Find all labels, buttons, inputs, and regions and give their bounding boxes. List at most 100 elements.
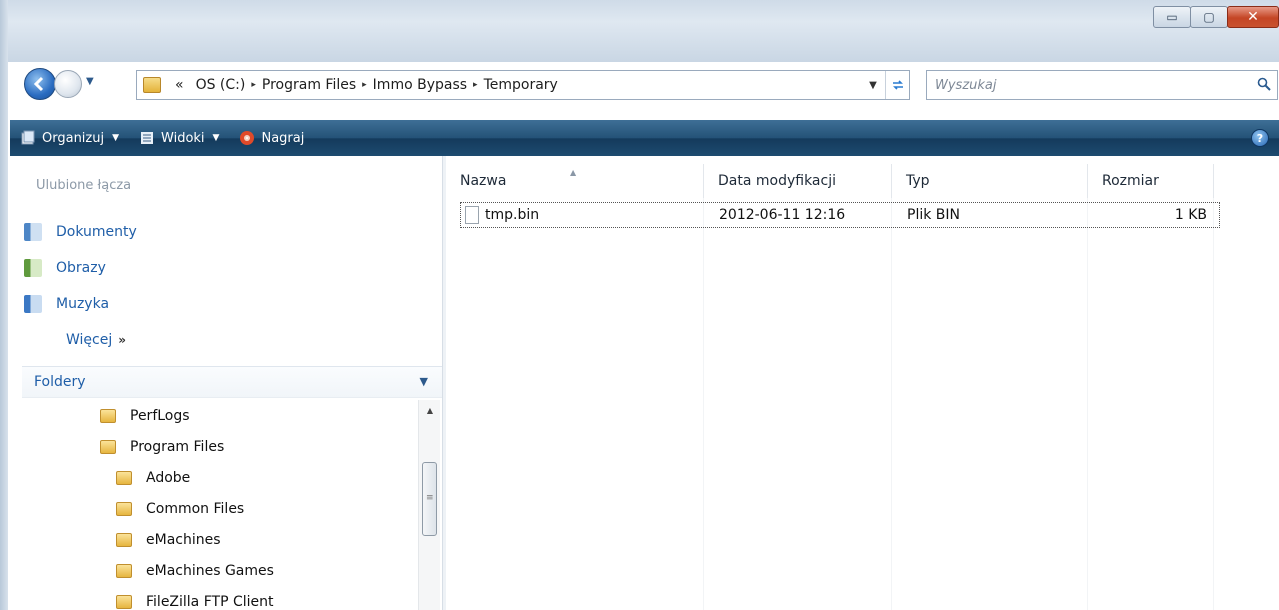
music-icon (24, 295, 42, 313)
maximize-button[interactable]: ▢ (1190, 6, 1228, 28)
search-icon[interactable] (1257, 77, 1271, 91)
address-bar[interactable]: « OS (C:) ▸ Program Files ▸ Immo Bypass … (136, 70, 910, 100)
favorite-documents[interactable]: Dokumenty (22, 214, 442, 250)
documents-icon (24, 223, 42, 241)
help-button[interactable]: ? (1251, 129, 1269, 147)
file-list: Nazwa ▲ Data modyfikacji Typ Rozmiar tmp… (446, 156, 1279, 610)
minimize-button[interactable]: ▭ (1153, 6, 1191, 28)
tree-item-program-files[interactable]: Program Files (22, 431, 417, 462)
file-name-cell: tmp.bin (461, 206, 705, 224)
file-size: 1 KB (1174, 207, 1207, 223)
tree-item-label: Common Files (146, 500, 245, 517)
burn-disc-icon (240, 131, 255, 145)
forward-button[interactable] (54, 70, 82, 98)
breadcrumb-overflow[interactable]: « (169, 77, 190, 93)
favorite-music[interactable]: Muzyka (22, 286, 442, 322)
favorites-heading: Ulubione łącza (36, 178, 132, 193)
file-row[interactable]: tmp.bin 2012-06-11 12:16 Plik BIN 1 KB (460, 202, 1220, 228)
breadcrumb-program-files[interactable]: Program Files (256, 77, 362, 93)
favorite-pictures[interactable]: Obrazy (22, 250, 442, 286)
search-input[interactable] (935, 77, 1235, 93)
navigation-bar: ▼ « OS (C:) ▸ Program Files ▸ Immo Bypas… (24, 68, 1279, 102)
organize-label: Organizuj (42, 130, 105, 146)
chevron-down-icon: ▼ (419, 375, 428, 388)
column-type[interactable]: Typ (892, 164, 1088, 198)
folder-icon (100, 439, 116, 454)
column-date[interactable]: Data modyfikacji (704, 164, 892, 198)
recent-pages-dropdown[interactable]: ▼ (86, 76, 94, 87)
refresh-button[interactable] (885, 71, 909, 99)
column-name-label: Nazwa (460, 173, 507, 189)
folder-icon (100, 408, 116, 423)
address-dropdown-button[interactable]: ▼ (861, 80, 885, 91)
refresh-icon (892, 80, 903, 90)
gridline (892, 198, 1088, 610)
scrollbar-thumb[interactable]: ≡ (422, 462, 437, 536)
tree-item-emachines-games[interactable]: eMachines Games (22, 555, 417, 586)
folder-icon (116, 563, 132, 578)
grip-icon: ≡ (426, 493, 434, 503)
chevron-down-icon: ▼ (212, 133, 220, 143)
search-box[interactable] (926, 70, 1278, 100)
sort-ascending-icon: ▲ (570, 168, 577, 177)
views-button[interactable]: Widoki ▼ (129, 120, 229, 156)
views-label: Widoki (161, 130, 205, 146)
column-type-label: Typ (906, 173, 930, 189)
column-header: Nazwa ▲ Data modyfikacji Typ Rozmiar (446, 164, 1279, 198)
file-type: Plik BIN (907, 207, 960, 223)
folders-header[interactable]: Foldery ▼ (22, 366, 442, 398)
close-icon: ✕ (1247, 9, 1259, 25)
breadcrumb-os-c[interactable]: OS (C:) (190, 77, 252, 93)
column-size-label: Rozmiar (1102, 173, 1159, 189)
title-bar: ▭ ▢ ✕ (0, 0, 1279, 610)
more-label: Więcej (66, 332, 113, 348)
window-controls: ▭ ▢ ✕ (1153, 6, 1279, 28)
favorite-music-label: Muzyka (56, 296, 110, 312)
organize-button[interactable]: Organizuj ▼ (10, 120, 129, 156)
scroll-up-arrow-icon[interactable]: ▲ (419, 406, 441, 415)
maximize-icon: ▢ (1203, 10, 1215, 24)
file-icon (465, 206, 479, 224)
command-bar: Organizuj ▼ Widoki ▼ Nagraj ? (10, 120, 1279, 156)
tree-item-emachines[interactable]: eMachines (22, 524, 417, 555)
favorite-documents-label: Dokumenty (56, 224, 137, 240)
column-name[interactable]: Nazwa ▲ (446, 164, 704, 198)
folder-icon (116, 532, 132, 547)
file-name: tmp.bin (485, 207, 540, 223)
back-button[interactable] (24, 68, 56, 100)
more-links[interactable]: Więcej » (22, 322, 442, 358)
tree-item-label: Adobe (146, 469, 191, 486)
chevron-down-icon: ▼ (112, 133, 120, 143)
folders-label: Foldery (34, 374, 86, 390)
column-size[interactable]: Rozmiar (1088, 164, 1214, 198)
favorite-pictures-label: Obrazy (56, 260, 106, 276)
minimize-icon: ▭ (1166, 10, 1178, 24)
tree-item-label: eMachines Games (146, 562, 274, 579)
breadcrumb: « OS (C:) ▸ Program Files ▸ Immo Bypass … (169, 77, 564, 93)
folder-icon (116, 470, 132, 485)
tree-item-common-files[interactable]: Common Files (22, 493, 417, 524)
burn-label: Nagraj (261, 130, 305, 146)
organize-icon (21, 130, 35, 145)
close-button[interactable]: ✕ (1227, 6, 1279, 28)
gridline (446, 198, 704, 610)
tree-item-label: eMachines (146, 531, 221, 548)
tree-scrollbar[interactable]: ▲ ≡ (418, 400, 440, 610)
breadcrumb-immo-bypass[interactable]: Immo Bypass (367, 77, 473, 93)
address-actions: ▼ (861, 71, 909, 99)
folder-icon (143, 77, 161, 93)
navigation-pane: Ulubione łącza Dokumenty Obrazy Muzyka W… (22, 156, 442, 610)
folder-tree: PerfLogs Program Files Adobe Common File… (22, 400, 417, 610)
folder-icon (116, 594, 132, 609)
favorites-list: Dokumenty Obrazy Muzyka Więcej » (22, 214, 442, 358)
tree-item-perflogs[interactable]: PerfLogs (22, 400, 417, 431)
back-arrow-icon (33, 76, 44, 92)
tree-item-filezilla[interactable]: FileZilla FTP Client (22, 586, 417, 610)
breadcrumb-temporary[interactable]: Temporary (478, 77, 564, 93)
burn-button[interactable]: Nagraj (229, 120, 314, 156)
column-date-label: Data modyfikacji (718, 173, 836, 189)
tree-item-label: FileZilla FTP Client (146, 593, 274, 610)
tree-item-adobe[interactable]: Adobe (22, 462, 417, 493)
double-chevron-icon: » (118, 333, 127, 347)
folder-icon (116, 501, 132, 516)
